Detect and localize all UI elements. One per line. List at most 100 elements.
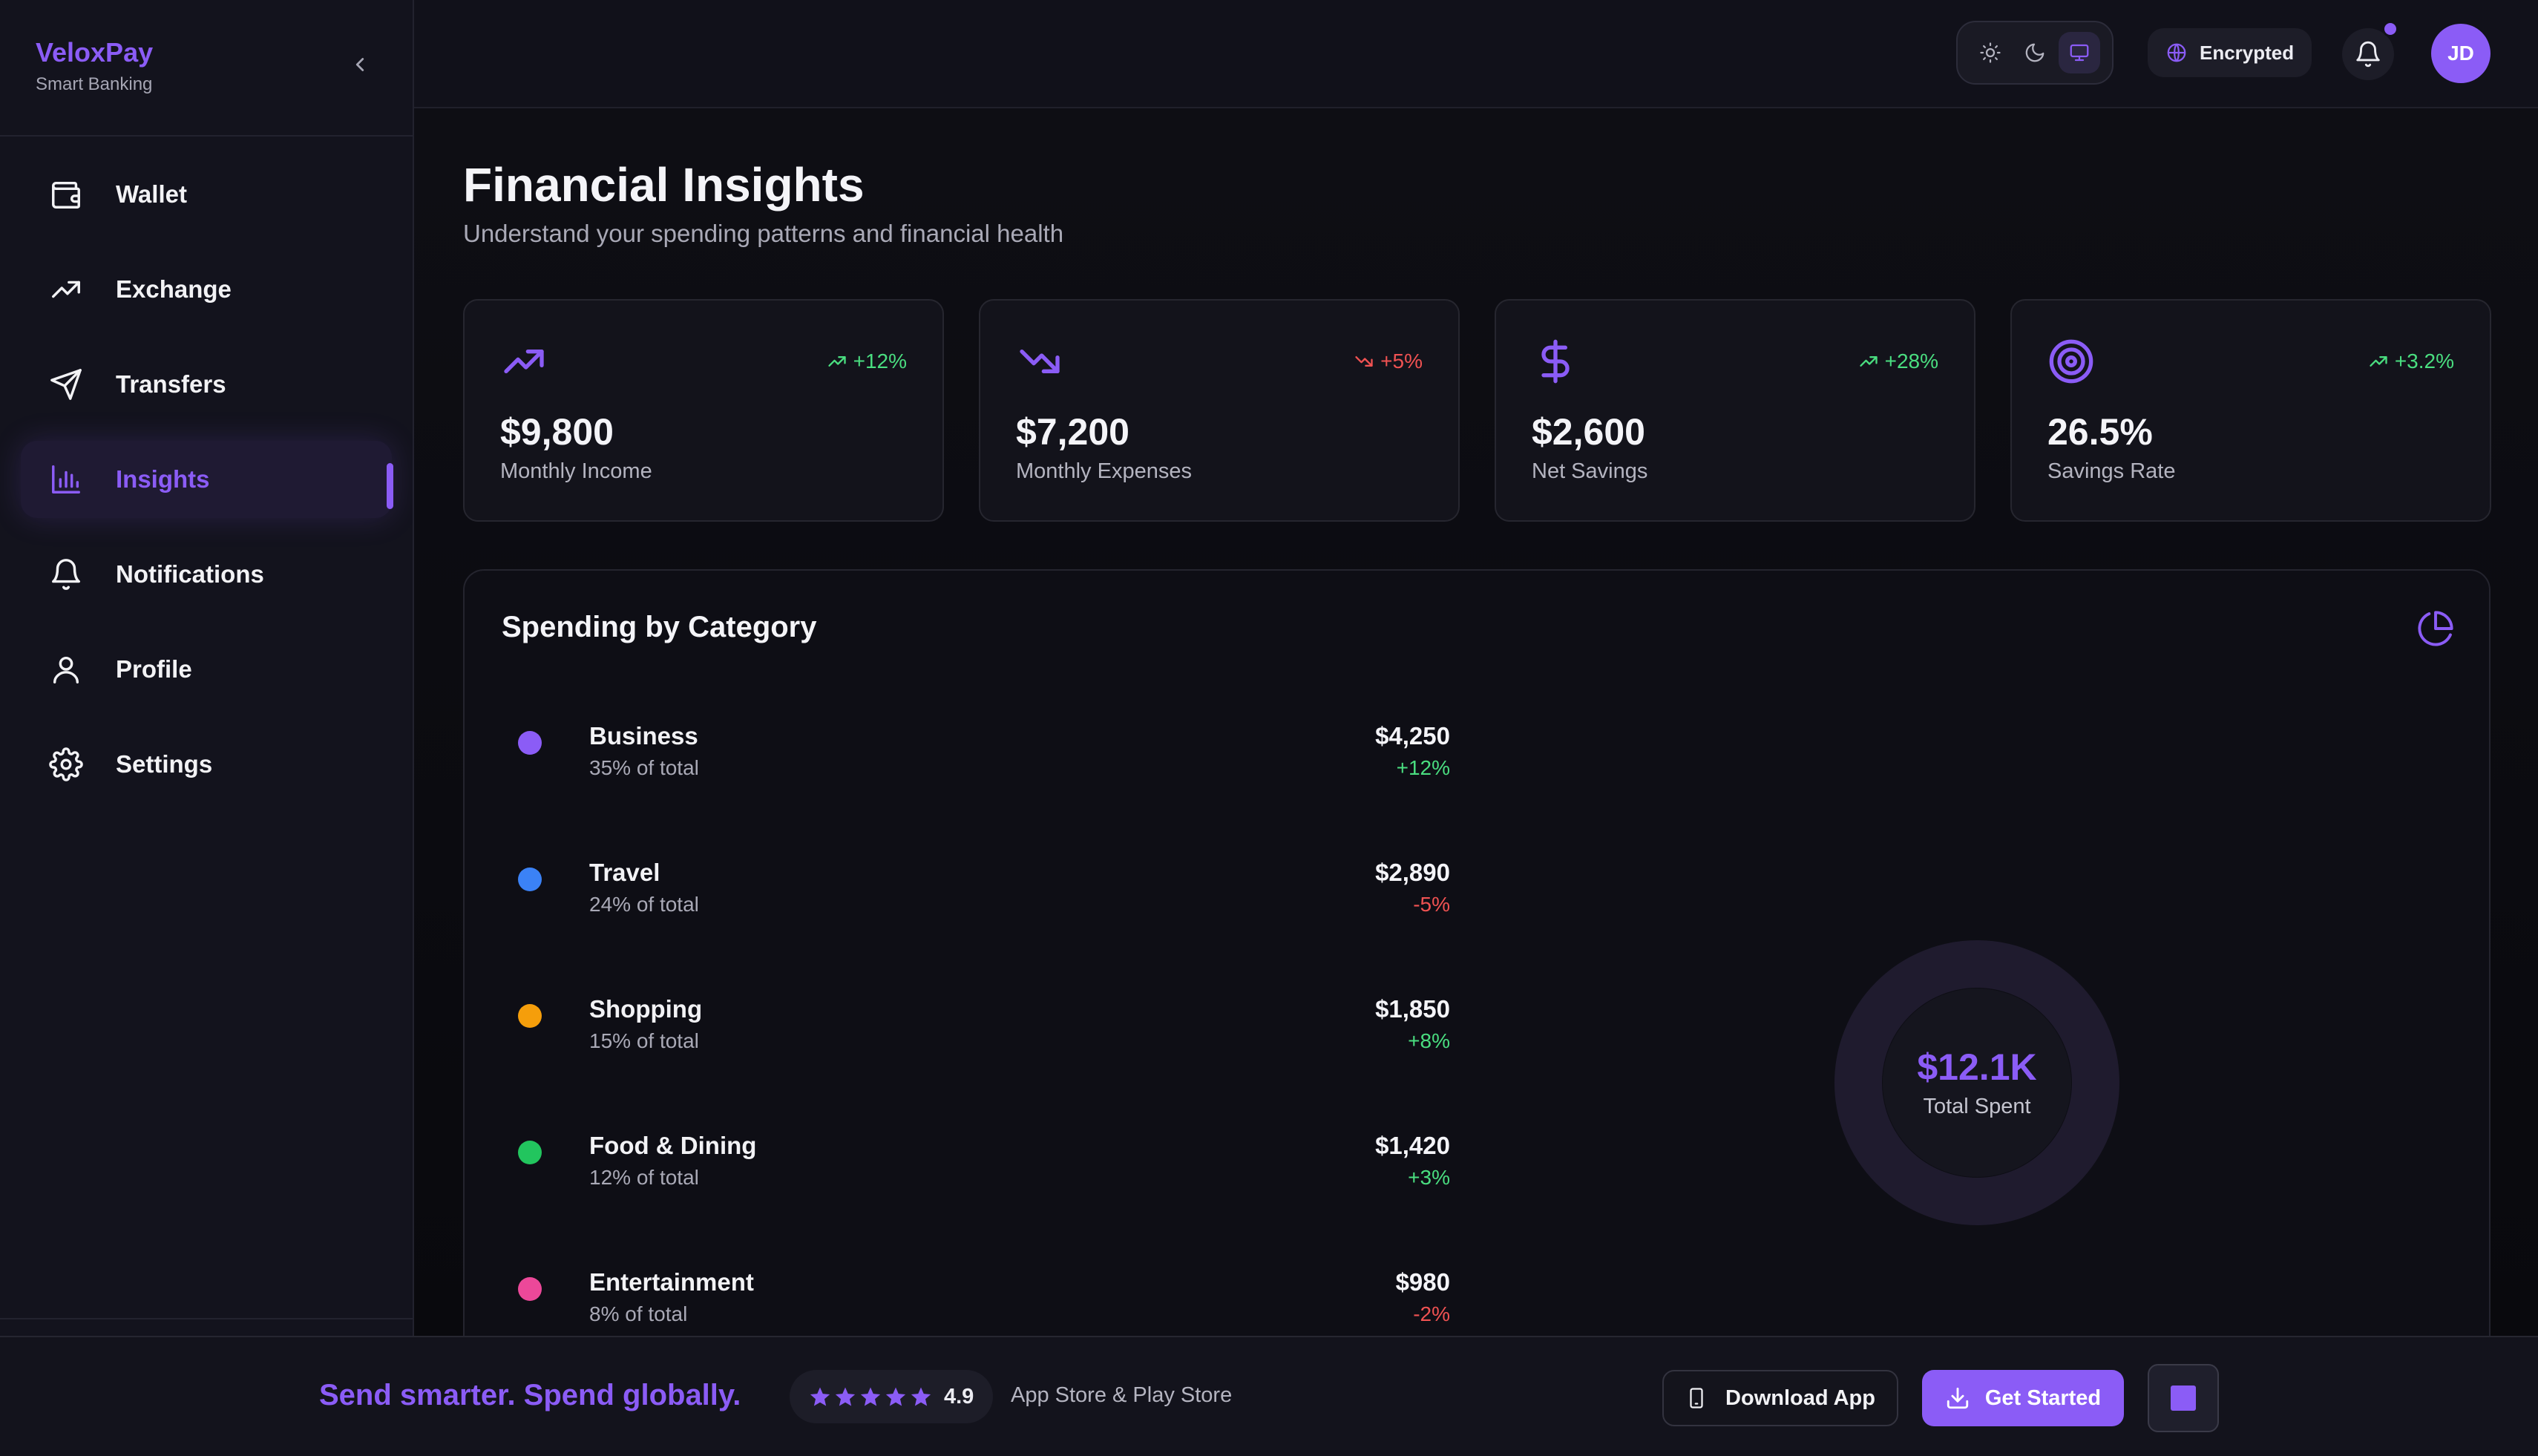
- theme-dark-button[interactable]: [2014, 32, 2056, 73]
- promo-tagline: Send smarter. Spend globally.: [319, 1379, 741, 1411]
- star-icon: [911, 1387, 931, 1406]
- stat-change: +28%: [1858, 350, 1938, 373]
- stat-value: $2,600: [1532, 411, 1645, 453]
- page-title: Financial Insights: [463, 158, 865, 211]
- category-color-dot: [518, 1141, 542, 1164]
- rating-stars: [809, 1386, 932, 1408]
- sidebar-item-label: Notifications: [116, 560, 264, 588]
- sidebar-item-wallet[interactable]: Wallet: [21, 156, 392, 233]
- stat-change: +5%: [1354, 350, 1423, 373]
- category-list: Business 35% of total $4,250 +12% Travel…: [500, 704, 1450, 1387]
- page-subtitle: Understand your spending patterns and fi…: [463, 220, 1064, 247]
- sidebar-divider: [0, 135, 414, 137]
- stat-card-income[interactable]: +12% $9,800 Monthly Income: [463, 299, 944, 522]
- trend-up-icon: [2370, 356, 2387, 367]
- category-percent: 12% of total: [589, 1166, 699, 1189]
- notification-dot: [2382, 21, 2398, 37]
- rating-value: 4.9: [944, 1384, 974, 1409]
- sidebar-item-label: Settings: [116, 750, 213, 778]
- sidebar-item-settings[interactable]: Settings: [21, 726, 392, 803]
- stat-card-savings-rate[interactable]: +3.2% 26.5% Savings Rate: [2010, 299, 2491, 522]
- list-item[interactable]: Travel 24% of total $2,890 -5%: [500, 841, 1450, 977]
- stat-label: Savings Rate: [2047, 459, 2176, 483]
- bell-icon: [2356, 41, 2380, 68]
- stop-button[interactable]: [2148, 1364, 2219, 1432]
- sidebar-item-exchange[interactable]: Exchange: [21, 251, 392, 328]
- download-app-button[interactable]: Download App: [1662, 1370, 1898, 1426]
- stat-value: $7,200: [1016, 411, 1129, 453]
- stat-change-value: +5%: [1380, 350, 1423, 373]
- category-change: +3%: [1408, 1166, 1450, 1189]
- category-percent: 24% of total: [589, 893, 699, 916]
- gear-icon: [47, 746, 85, 783]
- category-percent: 8% of total: [589, 1302, 688, 1325]
- star-icon: [835, 1387, 856, 1406]
- stat-value: 26.5%: [2047, 411, 2153, 453]
- sun-icon: [1980, 42, 2001, 63]
- sidebar-item-profile[interactable]: Profile: [21, 631, 392, 708]
- theme-light-button[interactable]: [1970, 32, 2011, 73]
- stat-label: Net Savings: [1532, 459, 1648, 483]
- category-change: +8%: [1408, 1029, 1450, 1052]
- trend-down-icon: [1355, 356, 1373, 367]
- stat-card-savings[interactable]: +28% $2,600 Net Savings: [1495, 299, 1975, 522]
- category-name: Business: [589, 722, 698, 750]
- wallet-icon: [47, 176, 85, 213]
- star-icon: [885, 1387, 906, 1406]
- sidebar-item-notifications[interactable]: Notifications: [21, 536, 392, 613]
- active-indicator: [387, 463, 393, 509]
- category-amount: $1,850: [1375, 995, 1450, 1023]
- get-started-button[interactable]: Get Started: [1922, 1370, 2124, 1426]
- list-item[interactable]: Food & Dining 12% of total $1,420 +3%: [500, 1114, 1450, 1250]
- sidebar-item-label: Insights: [116, 465, 210, 493]
- category-color-dot: [518, 1277, 542, 1301]
- stat-card-expenses[interactable]: +5% $7,200 Monthly Expenses: [979, 299, 1460, 522]
- stat-label: Monthly Expenses: [1016, 459, 1192, 483]
- list-item[interactable]: Business 35% of total $4,250 +12%: [500, 704, 1450, 841]
- theme-system-button[interactable]: [2059, 32, 2100, 73]
- trending-up-icon: [47, 271, 85, 308]
- category-color-dot: [518, 868, 542, 891]
- collapse-sidebar-button[interactable]: [349, 53, 371, 76]
- bar-chart-icon: [47, 461, 85, 498]
- category-name: Shopping: [589, 995, 703, 1023]
- category-percent: 15% of total: [589, 1029, 699, 1052]
- sidebar-item-label: Profile: [116, 655, 192, 683]
- sidebar-bottom-divider: [0, 1318, 414, 1319]
- trending-up-icon: [504, 350, 544, 373]
- stop-icon: [2171, 1386, 2196, 1411]
- sidebar-item-insights[interactable]: Insights: [21, 441, 393, 518]
- category-color-dot: [518, 731, 542, 755]
- brand[interactable]: VeloxPay Smart Banking: [36, 37, 153, 95]
- dollar-icon: [1541, 339, 1570, 384]
- brand-subtitle: Smart Banking: [36, 74, 153, 94]
- trending-down-icon: [1020, 350, 1060, 373]
- download-icon: [1947, 1387, 1968, 1409]
- chevron-left-icon: [355, 58, 364, 71]
- send-icon: [47, 366, 85, 403]
- sidebar-item-transfers[interactable]: Transfers: [21, 346, 392, 423]
- smartphone-icon: [1690, 1388, 1703, 1409]
- encrypted-label: Encrypted: [2200, 41, 2295, 64]
- sidebar-item-label: Wallet: [116, 180, 187, 208]
- sidebar: VeloxPay Smart Banking Wallet Exchange T…: [0, 0, 414, 1336]
- bell-icon: [47, 556, 85, 593]
- list-item[interactable]: Shopping 15% of total $1,850 +8%: [500, 977, 1450, 1114]
- stat-change-value: +12%: [853, 350, 907, 373]
- store-availability: App Store & Play Store: [1011, 1383, 1233, 1407]
- user-icon: [47, 651, 85, 688]
- target-icon: [2049, 339, 2093, 384]
- panel-title: Spending by Category: [502, 611, 817, 643]
- stat-change: +3.2%: [2368, 350, 2454, 373]
- category-change: +12%: [1396, 756, 1450, 779]
- stat-change-value: +3.2%: [2394, 350, 2454, 373]
- category-name: Entertainment: [589, 1268, 754, 1296]
- avatar[interactable]: JD: [2431, 24, 2491, 83]
- category-percent: 35% of total: [589, 756, 699, 779]
- category-amount: $980: [1395, 1268, 1450, 1296]
- category-color-dot: [518, 1004, 542, 1028]
- donut-total-value: $12.1K: [1917, 1046, 2037, 1088]
- trend-up-icon: [827, 356, 846, 367]
- encrypted-badge[interactable]: Encrypted: [2148, 28, 2312, 77]
- pie-chart-icon[interactable]: [2416, 609, 2455, 648]
